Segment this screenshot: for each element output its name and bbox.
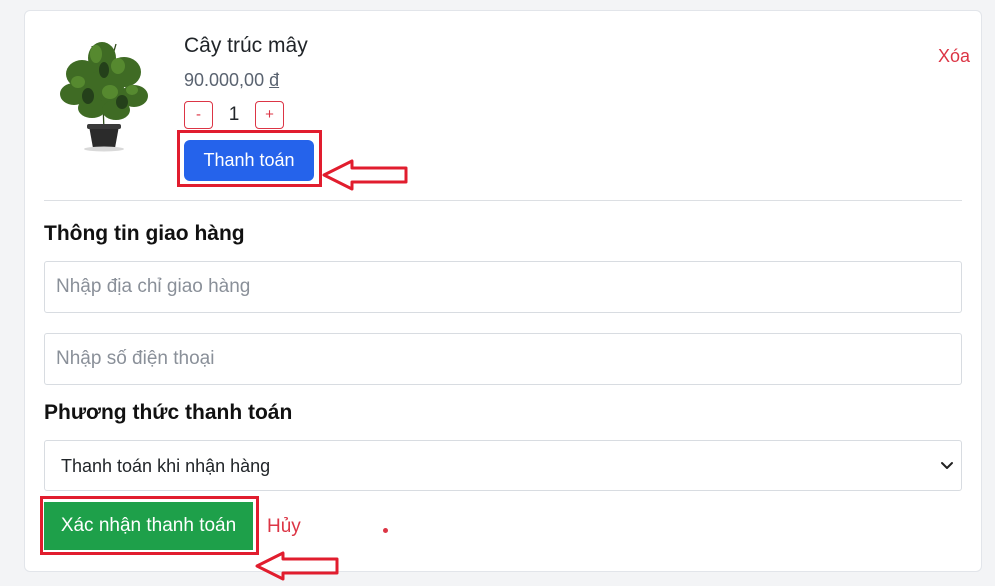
quantity-increment-button[interactable]: + (255, 101, 284, 129)
section-divider (44, 200, 962, 201)
checkout-button[interactable]: Thanh toán (184, 140, 314, 181)
marker-dot (383, 528, 388, 533)
potted-plant-icon (60, 42, 148, 152)
quantity-decrement-button[interactable]: - (184, 101, 213, 129)
chevron-down-icon (941, 462, 953, 469)
cancel-link[interactable]: Hủy (267, 516, 301, 538)
phone-input[interactable] (44, 333, 962, 385)
shipping-info-title: Thông tin giao hàng (44, 222, 245, 245)
address-input[interactable] (44, 261, 962, 313)
remove-item-link[interactable]: Xóa (938, 46, 970, 67)
payment-method-title: Phương thức thanh toán (44, 401, 293, 424)
product-name: Cây trúc mây (184, 34, 308, 57)
price-currency: đ (269, 70, 280, 90)
confirm-payment-button[interactable]: Xác nhận thanh toán (44, 502, 253, 550)
payment-method-selected: Thanh toán khi nhận hàng (61, 456, 271, 476)
product-image (60, 42, 148, 152)
payment-method-select[interactable]: Thanh toán khi nhận hàng (44, 440, 962, 491)
quantity-value: 1 (228, 104, 240, 125)
product-price: 90.000,00 đ (184, 70, 279, 91)
price-value: 90.000,00 (184, 70, 265, 90)
